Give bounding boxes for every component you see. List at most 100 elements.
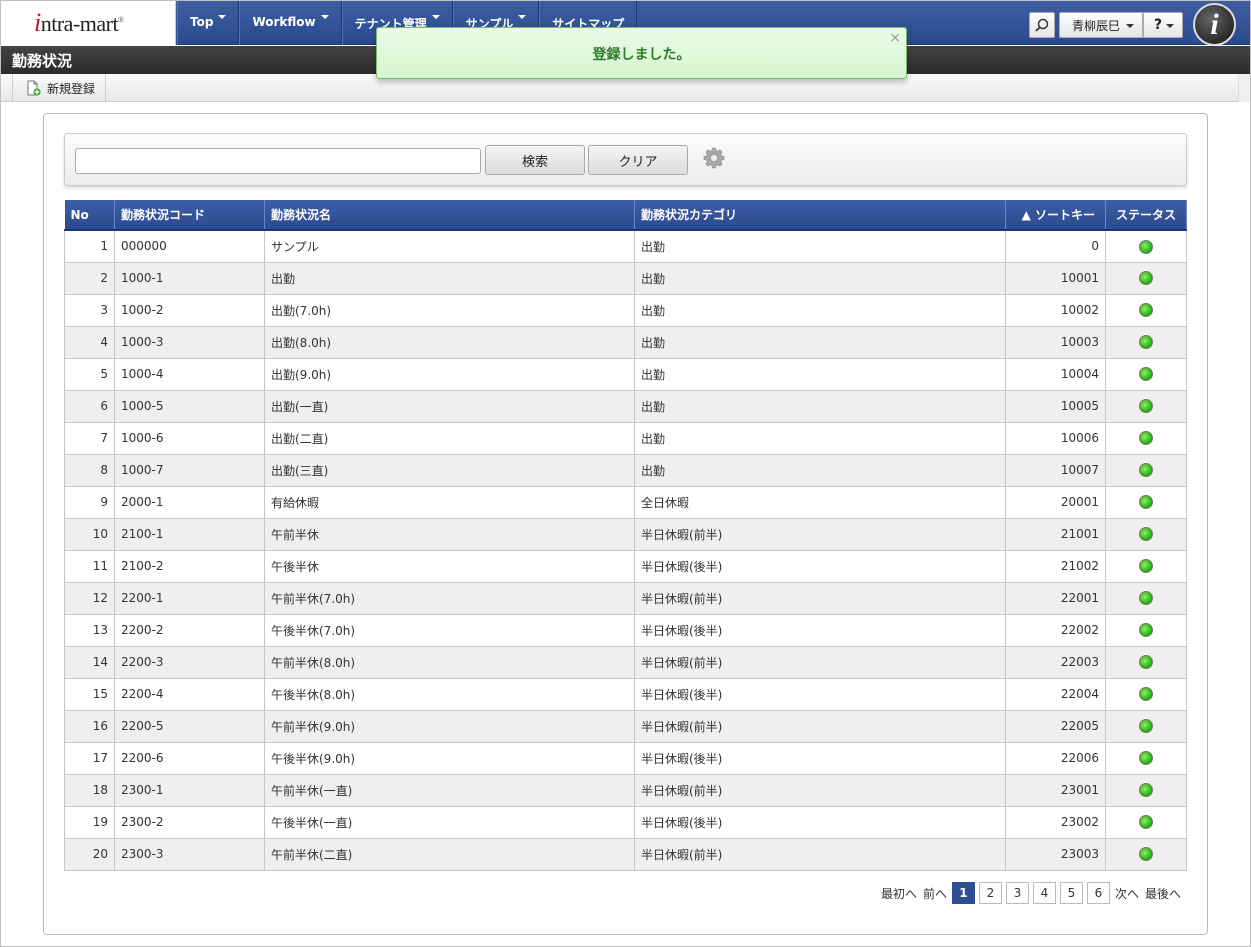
header-name[interactable]: 勤務状況名 (264, 200, 635, 231)
pager-page-4[interactable]: 4 (1032, 882, 1056, 904)
cell-name: 午前半休(一直) (264, 773, 635, 807)
chevron-down-icon (431, 15, 440, 19)
status-active-icon (1139, 751, 1153, 766)
table-header-row: No 勤務状況コード 勤務状況名 勤務状況カテゴリ ▲ ソートキー ステータス (64, 200, 1187, 231)
nav-item-0[interactable]: Top (177, 0, 240, 45)
table-row[interactable]: 11 2100-2 午後半休 半日休暇(後半) 21002 (64, 549, 1187, 583)
cell-code: 2300-2 (114, 805, 265, 839)
table-row[interactable]: 12 2200-1 午前半休(7.0h) 半日休暇(前半) 22001 (64, 581, 1187, 615)
cell-no: 17 (64, 741, 115, 775)
cell-status (1105, 645, 1187, 679)
search-button[interactable]: 検索 (485, 145, 585, 175)
cell-name: 午前半休 (264, 517, 635, 551)
table-row[interactable]: 5 1000-4 出勤(9.0h) 出勤 10004 (64, 357, 1187, 391)
brand-icon[interactable]: i (1193, 3, 1236, 46)
cell-sortkey: 10002 (1005, 293, 1106, 327)
pagination: 最初へ 前へ 123456 次へ 最後へ (880, 882, 1182, 904)
pager-page-5[interactable]: 5 (1059, 882, 1083, 904)
scrollbar[interactable] (1238, 74, 1251, 102)
cell-sortkey: 0 (1005, 229, 1106, 263)
cell-status (1105, 453, 1187, 487)
user-menu-button[interactable]: 青柳辰巳 (1059, 12, 1143, 38)
cell-category: 全日休暇 (634, 485, 1006, 519)
table-row[interactable]: 14 2200-3 午前半休(8.0h) 半日休暇(前半) 22003 (64, 645, 1187, 679)
pager-page-6[interactable]: 6 (1086, 882, 1110, 904)
table-row[interactable]: 20 2300-3 午前半休(二直) 半日休暇(前半) 23003 (64, 837, 1187, 871)
cell-no: 2 (64, 261, 115, 295)
logo[interactable]: intra-mart® (0, 0, 176, 45)
nav-item-label: Top (190, 15, 214, 29)
table-row[interactable]: 19 2300-2 午後半休(一直) 半日休暇(後半) 23002 (64, 805, 1187, 839)
pager-last[interactable]: 最後へ (1145, 885, 1181, 902)
table-row[interactable]: 15 2200-4 午後半休(8.0h) 半日休暇(後半) 22004 (64, 677, 1187, 711)
table-row[interactable]: 1 000000 サンプル 出勤 0 (64, 229, 1187, 263)
global-search-button[interactable] (1029, 12, 1055, 38)
table-row[interactable]: 8 1000-7 出勤(三直) 出勤 10007 (64, 453, 1187, 487)
table-row[interactable]: 4 1000-3 出勤(8.0h) 出勤 10003 (64, 325, 1187, 359)
cell-category: 出勤 (634, 389, 1006, 423)
cell-name: 出勤(二直) (264, 421, 635, 455)
pager-next[interactable]: 次へ (1115, 885, 1139, 902)
close-icon[interactable]: × (889, 30, 901, 46)
status-active-icon (1139, 687, 1153, 702)
cell-sortkey: 22003 (1005, 645, 1106, 679)
search-input[interactable] (75, 148, 481, 174)
table-row[interactable]: 2 1000-1 出勤 出勤 10001 (64, 261, 1187, 295)
table-row[interactable]: 13 2200-2 午後半休(7.0h) 半日休暇(後半) 22002 (64, 613, 1187, 647)
header-category[interactable]: 勤務状況カテゴリ (634, 200, 1006, 231)
cell-code: 2200-6 (114, 741, 265, 775)
nav-item-1[interactable]: Workflow (239, 0, 342, 45)
cell-sortkey: 10006 (1005, 421, 1106, 455)
pager-prev[interactable]: 前へ (923, 885, 947, 902)
cell-category: 半日休暇(前半) (634, 645, 1006, 679)
cell-sortkey: 22002 (1005, 613, 1106, 647)
help-menu-button[interactable]: ? (1143, 12, 1183, 38)
status-active-icon (1139, 367, 1153, 382)
cell-status (1105, 805, 1187, 839)
status-active-icon (1139, 431, 1153, 446)
nav-item-label: Workflow (252, 15, 316, 29)
table-row[interactable]: 10 2100-1 午前半休 半日休暇(前半) 21001 (64, 517, 1187, 551)
status-active-icon (1139, 783, 1153, 798)
header-code[interactable]: 勤務状況コード (114, 200, 265, 231)
cell-code: 2200-5 (114, 709, 265, 743)
table-row[interactable]: 6 1000-5 出勤(一直) 出勤 10005 (64, 389, 1187, 423)
cell-category: 半日休暇(前半) (634, 517, 1006, 551)
cell-sortkey: 10003 (1005, 325, 1106, 359)
table-row[interactable]: 18 2300-1 午前半休(一直) 半日休暇(前半) 23001 (64, 773, 1187, 807)
cell-no: 3 (64, 293, 115, 327)
clear-button[interactable]: クリア (588, 145, 688, 175)
header-no[interactable]: No (64, 200, 115, 231)
header-status[interactable]: ステータス (1105, 200, 1187, 231)
cell-name: 午後半休 (264, 549, 635, 583)
toast-message: 登録しました。 (592, 47, 691, 63)
cell-no: 15 (64, 677, 115, 711)
cell-status (1105, 741, 1187, 775)
cell-sortkey: 23002 (1005, 805, 1106, 839)
cell-category: 出勤 (634, 357, 1006, 391)
new-register-button[interactable]: 新規登録 (12, 74, 107, 102)
cell-no: 19 (64, 805, 115, 839)
cell-no: 7 (64, 421, 115, 455)
header-sortkey[interactable]: ▲ ソートキー (1005, 200, 1106, 231)
cell-category: 半日休暇(前半) (634, 709, 1006, 743)
table-row[interactable]: 9 2000-1 有給休暇 全日休暇 20001 (64, 485, 1187, 519)
gear-icon[interactable] (703, 147, 725, 169)
pager-page-1[interactable]: 1 (951, 882, 975, 904)
table-row[interactable]: 17 2200-6 午後半休(9.0h) 半日休暇(後半) 22006 (64, 741, 1187, 775)
cell-code: 1000-6 (114, 421, 265, 455)
pager-page-3[interactable]: 3 (1005, 882, 1029, 904)
status-active-icon (1139, 559, 1153, 574)
pager-page-2[interactable]: 2 (978, 882, 1002, 904)
logo-text: intra-mart® (34, 7, 124, 37)
table-row[interactable]: 16 2200-5 午前半休(9.0h) 半日休暇(前半) 22005 (64, 709, 1187, 743)
cell-status (1105, 581, 1187, 615)
cell-no: 12 (64, 581, 115, 615)
pager-first[interactable]: 最初へ (881, 885, 917, 902)
table-row[interactable]: 3 1000-2 出勤(7.0h) 出勤 10002 (64, 293, 1187, 327)
cell-category: 半日休暇(後半) (634, 741, 1006, 775)
cell-code: 2300-1 (114, 773, 265, 807)
table-row[interactable]: 7 1000-6 出勤(二直) 出勤 10006 (64, 421, 1187, 455)
cell-name: 午前半休(7.0h) (264, 581, 635, 615)
cell-sortkey: 22004 (1005, 677, 1106, 711)
